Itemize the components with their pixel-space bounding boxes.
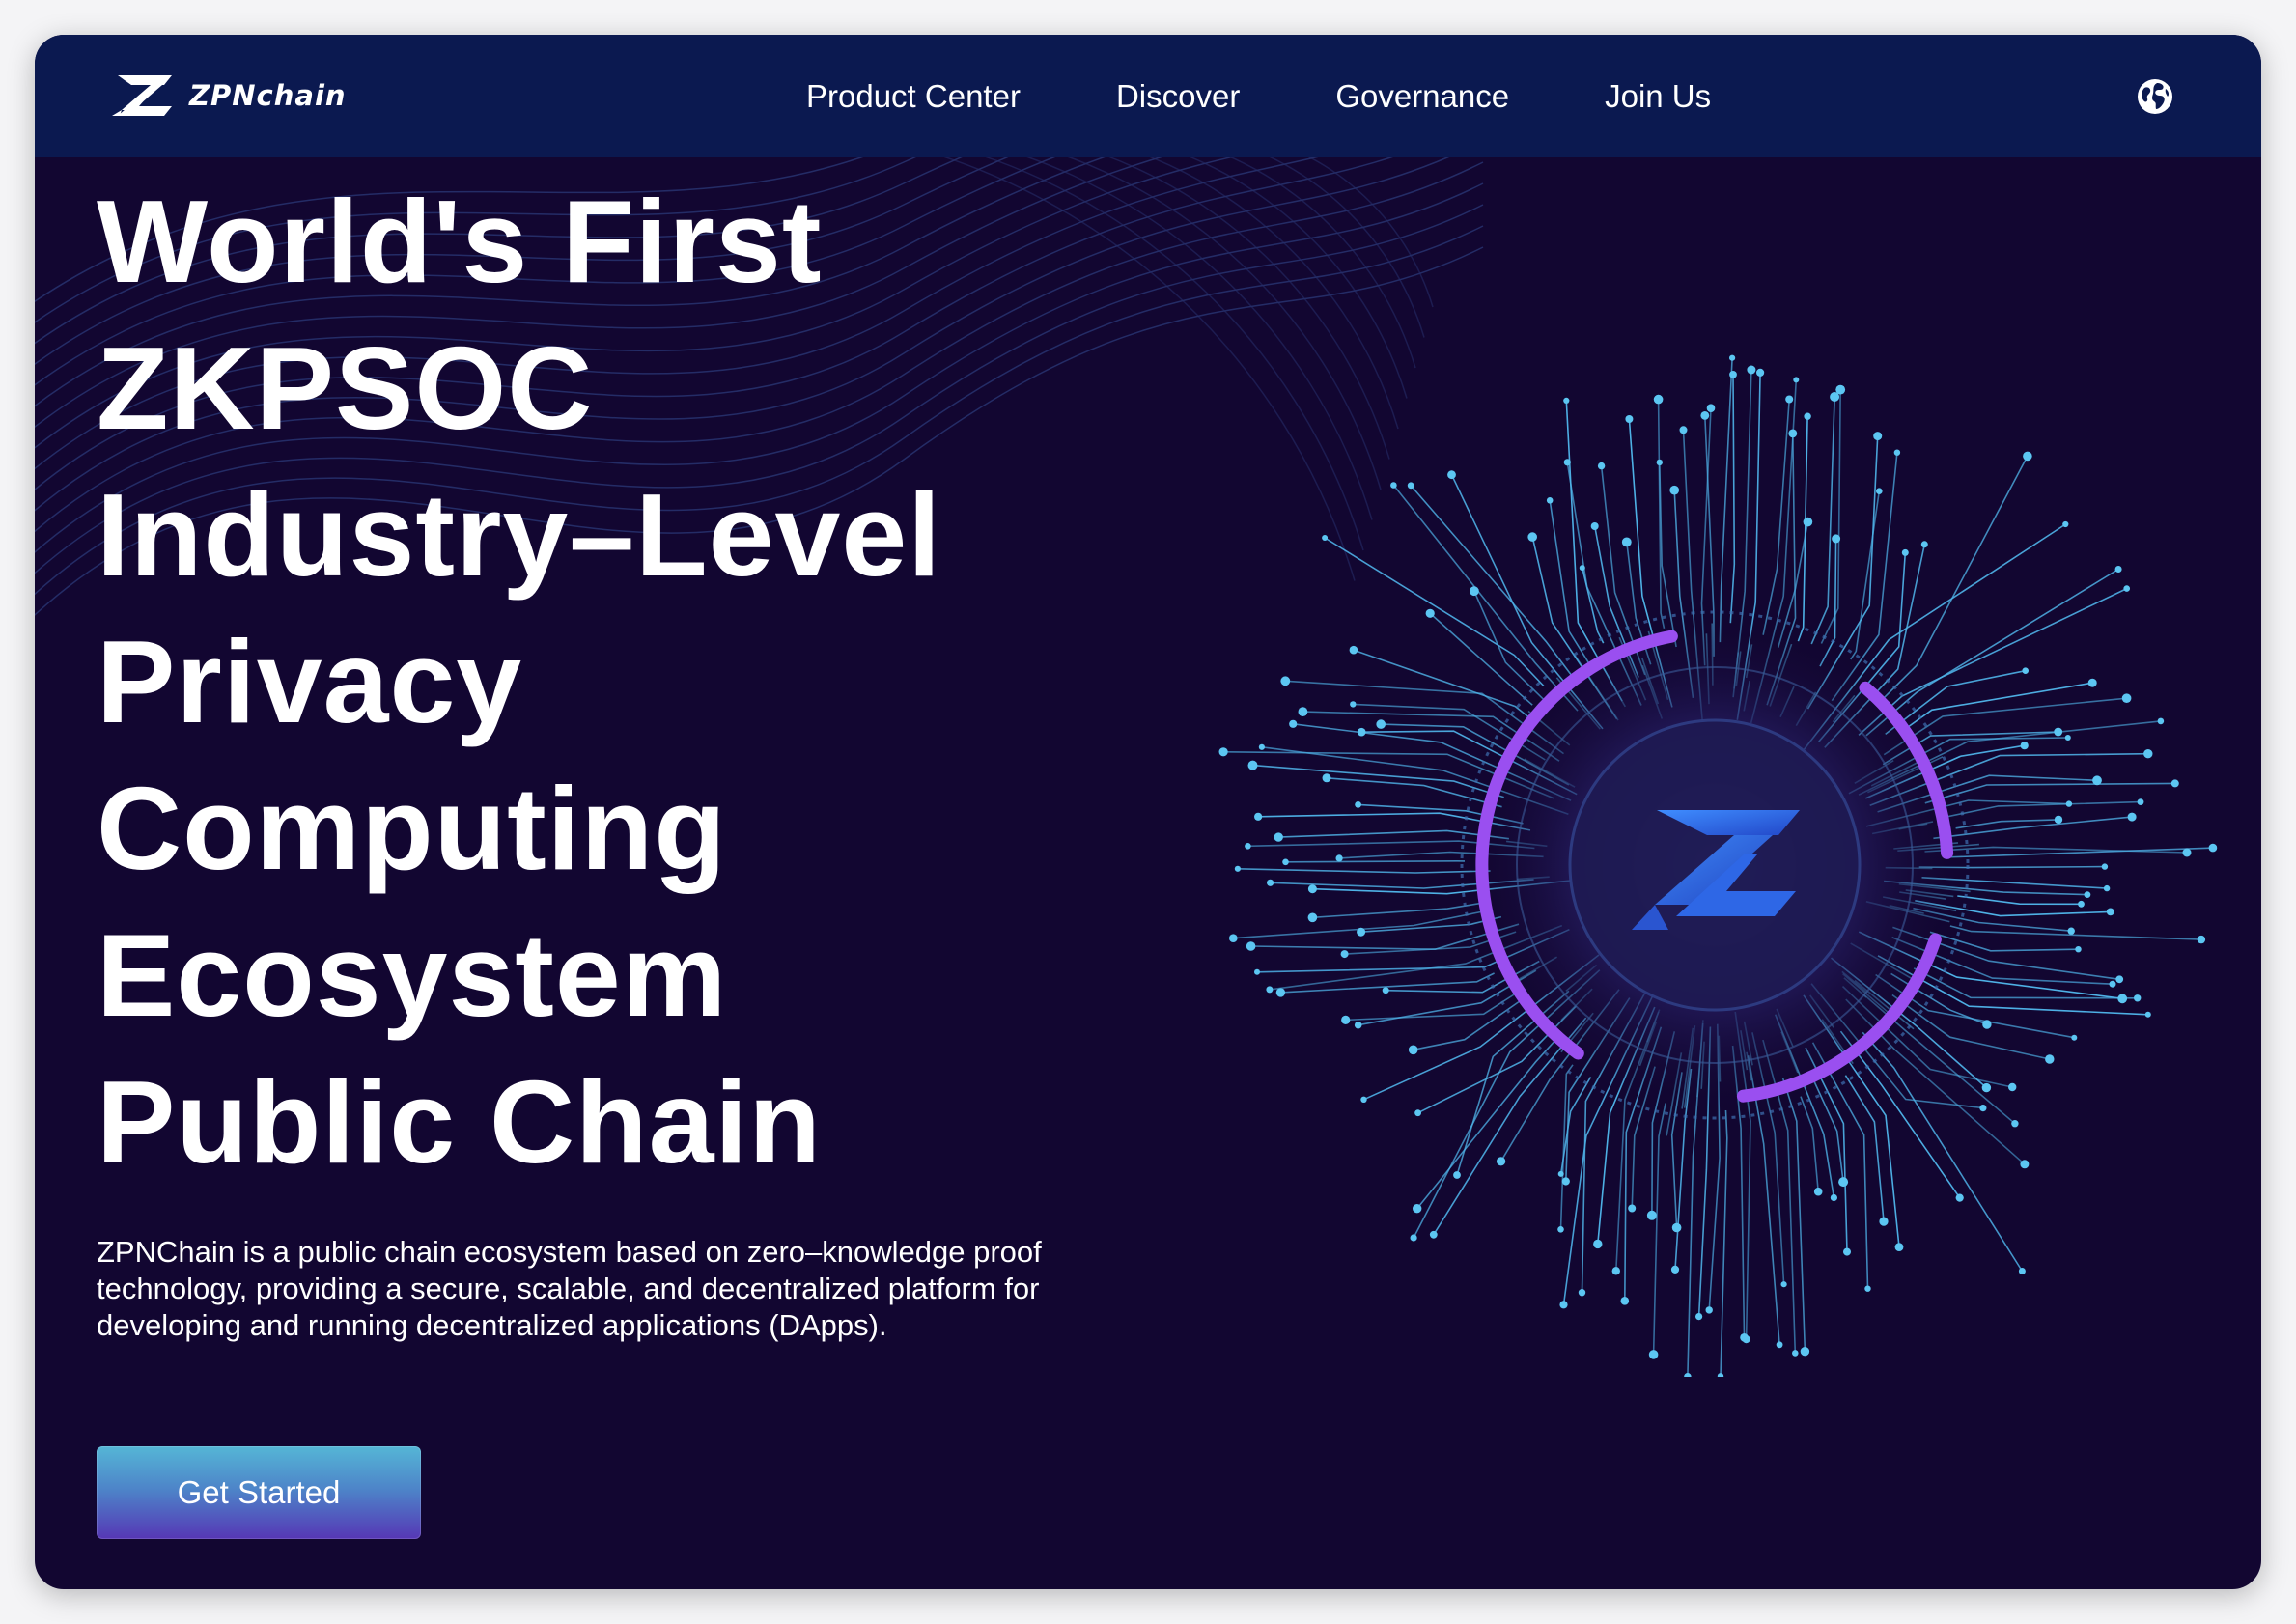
circuit-chip-illustration — [1218, 354, 2218, 1377]
hero-title-line: Privacy — [97, 616, 523, 747]
page-window: ZPNchain Product Center Discover Governa… — [35, 35, 2261, 1589]
nav-governance[interactable]: Governance — [1335, 78, 1509, 115]
hero-description: ZPNChain is a public chain ecosystem bas… — [97, 1235, 1042, 1342]
nav-product-center[interactable]: Product Center — [806, 78, 1021, 115]
hero-title: World's First ZKPSOC Industry–Level Priv… — [97, 168, 941, 1195]
top-navbar: ZPNchain Product Center Discover Governa… — [35, 35, 2261, 157]
zpn-logo-icon — [112, 75, 172, 116]
nav-join-us[interactable]: Join Us — [1605, 78, 1711, 115]
globe-icon[interactable] — [2136, 77, 2174, 116]
hero-title-line: Public Chain — [97, 1056, 822, 1188]
nav-discover[interactable]: Discover — [1116, 78, 1240, 115]
main-nav: Product Center Discover Governance Join … — [806, 35, 1711, 157]
brand-logo[interactable]: ZPNchain — [108, 71, 347, 120]
brand-name: ZPNchain — [189, 79, 347, 112]
hero-title-line: Computing — [97, 763, 727, 894]
hero-title-line: World's First — [97, 176, 823, 307]
hero-title-line: Industry–Level — [97, 469, 942, 601]
hero-title-line: ZKPSOC — [97, 322, 594, 454]
get-started-button[interactable]: Get Started — [97, 1446, 421, 1539]
hero-title-line: Ecosystem — [97, 910, 728, 1041]
